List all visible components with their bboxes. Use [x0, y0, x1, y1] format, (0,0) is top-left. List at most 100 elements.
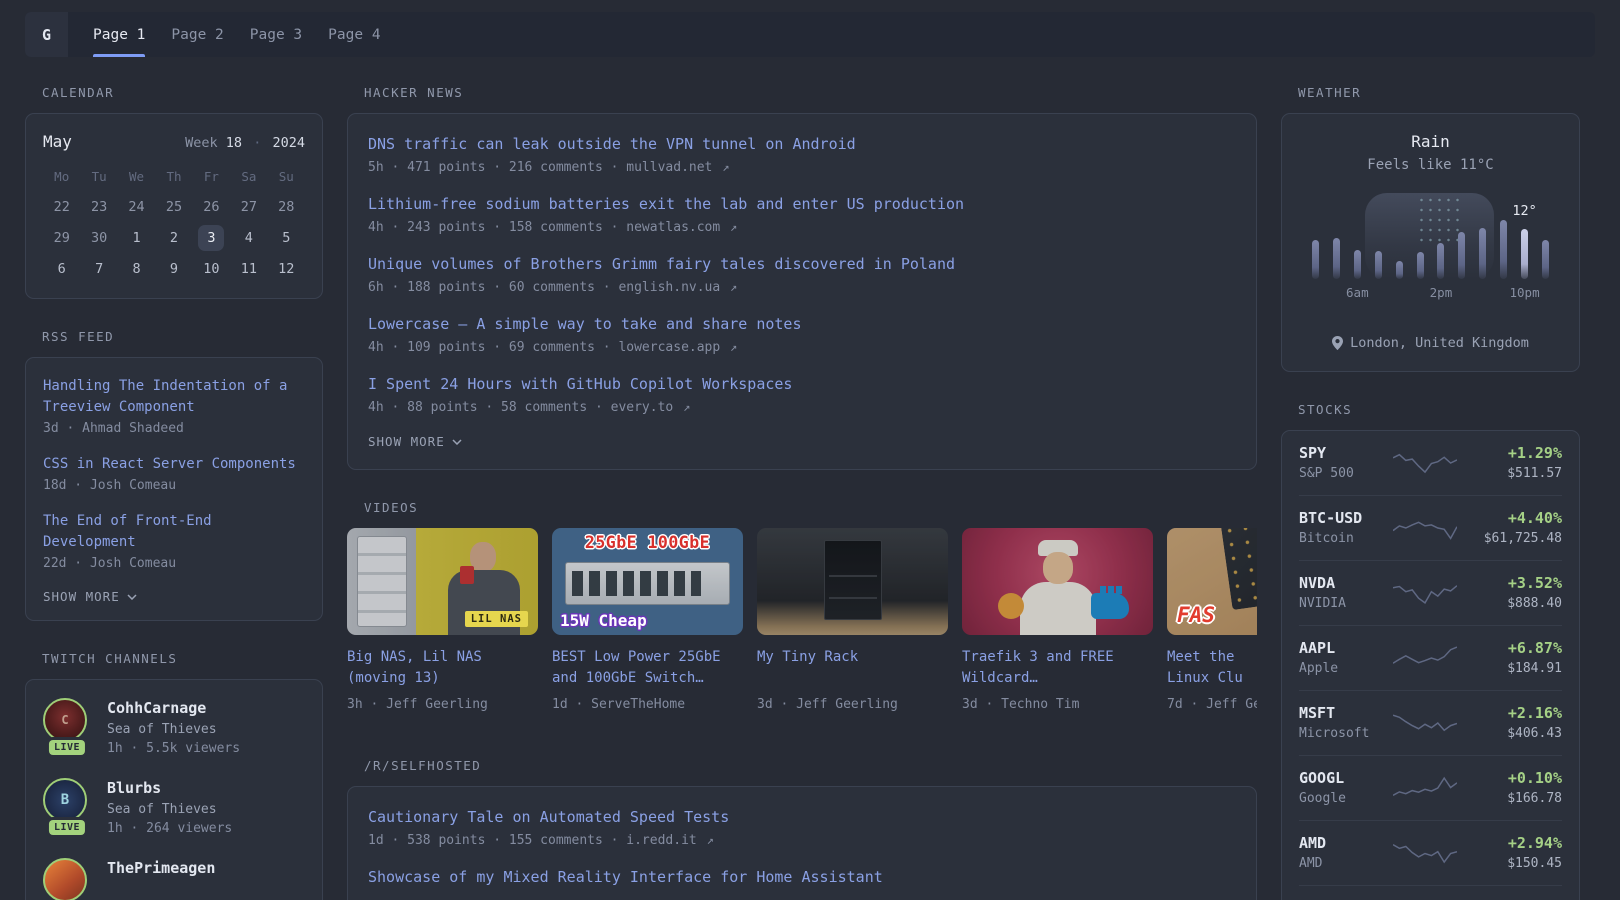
weather-bar — [1497, 219, 1510, 279]
stock-symbol: NVDA — [1299, 574, 1336, 592]
calendar-day: 12 — [278, 260, 295, 277]
rss-item-link[interactable]: Handling The Indentation of a Treeview C… — [43, 376, 305, 418]
videos-widget: VIDEOS LIL NAS Big NAS, Lil NAS (moving … — [347, 500, 1257, 712]
hackernews-section-title: HACKER NEWS — [364, 85, 464, 100]
dashboard-page: G Page 1 Page 2 Page 3 Page 4 CALENDAR M… — [0, 0, 1620, 900]
twitch-channel-row[interactable]: ThePrimeagen — [43, 858, 305, 900]
weather-bar — [1372, 219, 1385, 279]
stock-price: $150.45 — [1507, 856, 1562, 871]
weekday-label: Tu — [91, 169, 107, 184]
stock-name: Google — [1299, 791, 1346, 806]
calendar-day: 1 — [132, 229, 141, 246]
twitch-channel-row[interactable]: B LIVE Blurbs Sea of Thieves 1h · 264 vi… — [43, 778, 305, 836]
stock-sparkline — [1391, 838, 1458, 868]
news-item-meta[interactable]: 4h · 243 points · 158 comments · newatla… — [368, 220, 1236, 235]
news-item-link[interactable]: Unique volumes of Brothers Grimm fairy t… — [368, 255, 955, 273]
calendar-day: 11 — [240, 260, 257, 277]
news-item-link[interactable]: Showcase of my Mixed Reality Interface f… — [368, 868, 883, 886]
news-item-link[interactable]: Lithium-free sodium batteries exit the l… — [368, 195, 964, 213]
hackernews-card: DNS traffic can leak outside the VPN tun… — [347, 113, 1257, 470]
stock-row: SPY S&P 500 +1.29% $511.57 — [1299, 431, 1562, 496]
twitch-channel-row[interactable]: C LIVE CohhCarnage Sea of Thieves 1h · 5… — [43, 698, 305, 756]
stock-symbol: AAPL — [1299, 639, 1336, 657]
docker-logo-graphic — [1091, 586, 1129, 619]
weather-location-label: London, United Kingdom — [1350, 335, 1529, 351]
stock-name: Bitcoin — [1299, 531, 1354, 546]
video-title-link[interactable]: Traefik 3 and FREE Wildcard… — [962, 647, 1153, 689]
top-nav-bar: G Page 1 Page 2 Page 3 Page 4 — [25, 12, 1595, 57]
video-title-link[interactable]: Meet the Linux Clu — [1167, 647, 1257, 689]
tab-page-4[interactable]: Page 4 — [328, 12, 380, 57]
stock-row: GOOGL Google +0.10% $166.78 — [1299, 756, 1562, 821]
videos-section-title: VIDEOS — [364, 500, 419, 515]
app-logo[interactable]: G — [25, 12, 68, 57]
news-item-meta[interactable]: 1d · 538 points · 155 comments · i.redd.… — [368, 833, 1236, 848]
stock-price: $61,725.48 — [1483, 531, 1562, 546]
channel-game: Sea of Thieves — [107, 802, 217, 817]
video-card[interactable]: FAS Meet the Linux Clu 7d · Jeff Geerlin… — [1167, 528, 1257, 712]
calendar-day: 26 — [203, 198, 220, 215]
stock-sparkline — [1391, 513, 1458, 543]
video-title-link[interactable]: My Tiny Rack — [757, 647, 948, 689]
calendar-widget: CALENDAR May Week 18 · 2024 Mo Tu We Th … — [25, 85, 323, 299]
stocks-widget: STOCKS SPY S&P 500 +1.29% $511.57 BTC-US… — [1281, 402, 1580, 900]
news-item-link[interactable]: Cautionary Tale on Automated Speed Tests — [368, 808, 729, 826]
weather-card: Rain Feels like 11°C 6am 2pm 12° 10pm Londo… — [1281, 113, 1580, 372]
news-item-meta[interactable]: 4h · 109 points · 69 comments · lowercas… — [368, 340, 1236, 355]
video-card[interactable]: 25GbE 100GbE 15W Cheap BEST Low Power 25… — [552, 528, 743, 712]
stock-name: Microsoft — [1299, 726, 1370, 741]
video-card[interactable]: Traefik 3 and FREE Wildcard… 3d · Techno… — [962, 528, 1153, 712]
calendar-day: 10 — [203, 260, 220, 277]
weather-widget: WEATHER Rain Feels like 11°C 6am 2pm 12° 10… — [1281, 85, 1580, 372]
stock-symbol: GOOGL — [1299, 769, 1345, 787]
tab-page-1[interactable]: Page 1 — [93, 12, 146, 57]
video-card[interactable]: LIL NAS Big NAS, Lil NAS (moving 13) 3h … — [347, 528, 538, 712]
rss-item: The End of Front-End Development 22d · J… — [43, 511, 305, 571]
stock-name: AMD — [1299, 856, 1323, 871]
stock-row: AMD AMD +2.94% $150.45 — [1299, 821, 1562, 886]
stock-sparkline — [1391, 578, 1458, 608]
news-item-link[interactable]: DNS traffic can leak outside the VPN tun… — [368, 135, 856, 153]
rss-item-link[interactable]: CSS in React Server Components — [43, 454, 305, 475]
weather-bar — [1330, 219, 1343, 279]
video-title-link[interactable]: BEST Low Power 25GbE and 100GbE Switch… — [552, 647, 743, 689]
calendar-day: 25 — [165, 198, 183, 215]
news-item-meta[interactable]: 4h · 88 points · 58 comments · every.to … — [368, 400, 1236, 415]
reddit-widget: /R/SELFHOSTED Cautionary Tale on Automat… — [347, 758, 1257, 900]
weather-bar — [1414, 219, 1427, 279]
stock-change: +2.16% — [1507, 704, 1562, 722]
stock-row: AAPL Apple +6.87% $184.91 — [1299, 626, 1562, 691]
stock-change: +2.94% — [1507, 834, 1562, 852]
tab-page-2[interactable]: Page 2 — [171, 12, 223, 57]
stock-price: $888.40 — [1507, 596, 1562, 611]
person-graphic — [470, 542, 496, 572]
calendar-day-selected: 3 — [193, 222, 230, 253]
stock-price: $184.91 — [1507, 661, 1562, 676]
channel-name: ThePrimeagen — [107, 859, 216, 877]
video-meta: 7d · Jeff Geerling — [1167, 697, 1257, 712]
weather-location: London, United Kingdom — [1299, 335, 1562, 351]
video-title-link[interactable]: Big NAS, Lil NAS (moving 13) — [347, 647, 538, 689]
weather-condition: Rain — [1411, 132, 1450, 151]
tab-page-3[interactable]: Page 3 — [250, 12, 302, 57]
news-item: Unique volumes of Brothers Grimm fairy t… — [368, 254, 1236, 295]
chevron-down-icon — [452, 438, 462, 445]
left-column: CALENDAR May Week 18 · 2024 Mo Tu We Th … — [25, 85, 323, 900]
external-link-icon: ↗ — [722, 160, 730, 174]
news-item-link[interactable]: Lowercase – A simple way to take and sha… — [368, 315, 801, 333]
weekday-label: We — [129, 169, 145, 184]
news-item-link[interactable]: I Spent 24 Hours with GitHub Copilot Wor… — [368, 375, 792, 393]
rss-item-link[interactable]: The End of Front-End Development — [43, 511, 305, 553]
video-meta: 3d · Techno Tim — [962, 697, 1080, 712]
calendar-day: 27 — [240, 198, 257, 215]
calendar-day: 2 — [169, 229, 179, 246]
video-thumbnail — [757, 528, 948, 635]
news-item-meta[interactable]: 5h · 471 points · 216 comments · mullvad… — [368, 160, 1236, 175]
stock-change: +3.52% — [1507, 574, 1562, 592]
hackernews-show-more-button[interactable]: SHOW MORE — [368, 434, 1236, 449]
news-item-meta[interactable]: 6h · 188 points · 60 comments · english.… — [368, 280, 1236, 295]
video-card[interactable]: My Tiny Rack 3d · Jeff Geerling — [757, 528, 948, 712]
external-link-icon: ↗ — [730, 280, 738, 294]
calendar-week-info: Week 18 · 2024 — [185, 135, 305, 151]
rss-show-more-button[interactable]: SHOW MORE — [43, 589, 305, 604]
